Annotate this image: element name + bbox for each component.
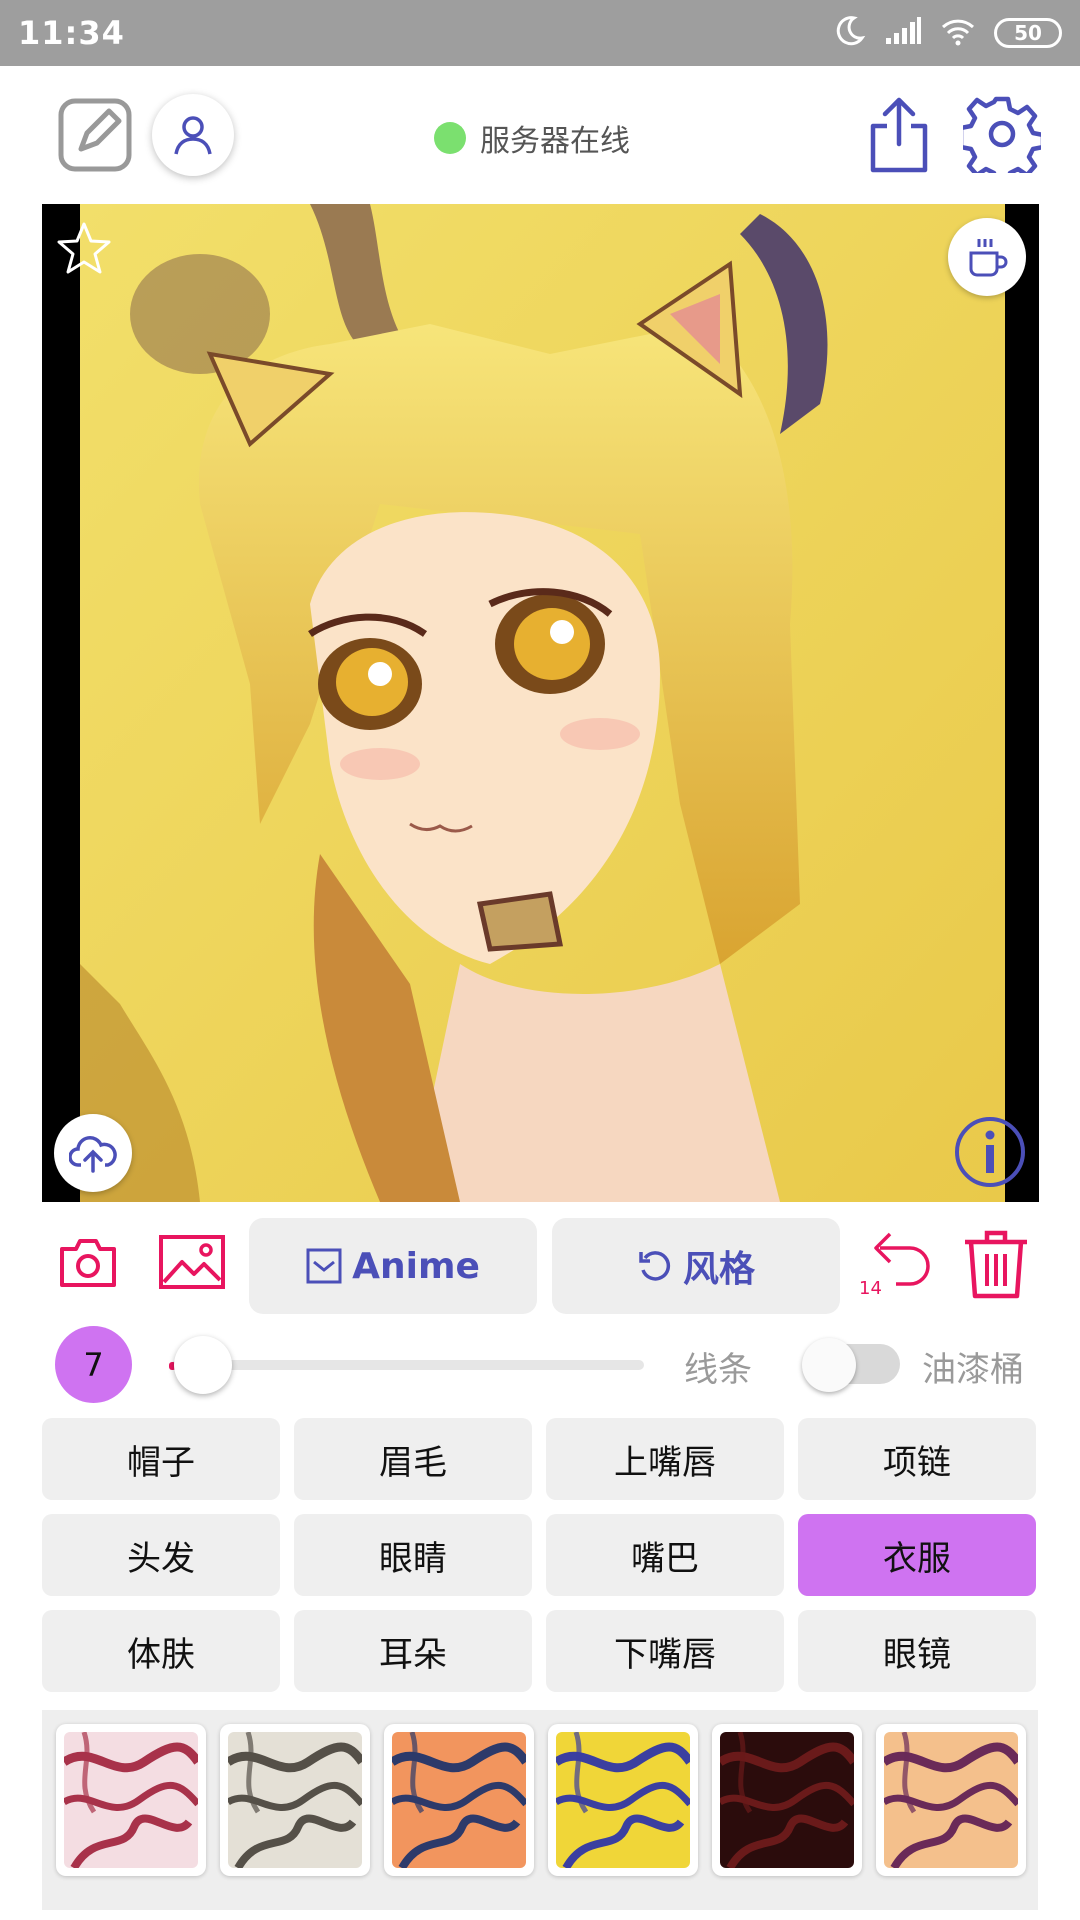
drawing-canvas[interactable] bbox=[42, 204, 1039, 1202]
gear-icon bbox=[963, 96, 1041, 173]
coffee-button[interactable] bbox=[948, 218, 1026, 296]
image-icon bbox=[159, 1235, 225, 1289]
account-button[interactable] bbox=[152, 94, 234, 176]
line-mode-label: 线条 bbox=[684, 1350, 752, 1390]
favorite-button[interactable] bbox=[56, 220, 112, 276]
battery-indicator: 50 bbox=[994, 18, 1062, 48]
status-icons: 50 bbox=[832, 14, 1062, 52]
part-chip[interactable]: 衣服 bbox=[798, 1514, 1036, 1596]
texture-swatch[interactable] bbox=[56, 1724, 206, 1876]
part-chip[interactable]: 嘴巴 bbox=[546, 1514, 784, 1596]
signal-icon bbox=[884, 16, 922, 50]
edit-sketch-button[interactable] bbox=[56, 96, 134, 174]
part-chip[interactable]: 体肤 bbox=[42, 1610, 280, 1692]
info-button[interactable] bbox=[952, 1114, 1028, 1190]
action-row: Anime 风格 14 bbox=[0, 1214, 1080, 1314]
pink-white-texture bbox=[64, 1732, 198, 1868]
brush-slider-thumb[interactable] bbox=[174, 1336, 233, 1394]
status-bar: 11:34 50 bbox=[0, 0, 1080, 66]
style-switch-label: 风格 bbox=[682, 1249, 755, 1290]
star-icon bbox=[57, 222, 111, 274]
camera-icon bbox=[60, 1239, 116, 1287]
texture-swatch[interactable] bbox=[548, 1724, 698, 1876]
brush-row: 7 线条 油漆桶 bbox=[0, 1326, 1080, 1406]
bucket-toggle-knob[interactable] bbox=[802, 1338, 856, 1392]
style-switch-button[interactable]: 风格 bbox=[552, 1218, 840, 1314]
info-icon bbox=[955, 1117, 1025, 1187]
upload-button[interactable] bbox=[54, 1114, 132, 1192]
settings-button[interactable] bbox=[962, 94, 1042, 174]
refresh-icon bbox=[639, 1251, 671, 1281]
top-toolbar: 服务器在线 bbox=[0, 66, 1080, 204]
wifi-icon bbox=[940, 16, 976, 50]
status-dot bbox=[434, 122, 466, 154]
brush-slider-track[interactable] bbox=[172, 1360, 644, 1370]
gray-white-texture bbox=[228, 1732, 362, 1868]
share-icon bbox=[870, 97, 928, 173]
bucket-mode-label: 油漆桶 bbox=[922, 1350, 1024, 1390]
part-chip[interactable]: 上嘴唇 bbox=[546, 1418, 784, 1500]
share-button[interactable] bbox=[866, 96, 932, 176]
texture-swatch-strip bbox=[42, 1710, 1038, 1910]
orange-navy-texture bbox=[392, 1732, 526, 1868]
delete-button[interactable] bbox=[960, 1228, 1032, 1300]
cloud-upload-icon bbox=[69, 1136, 117, 1173]
texture-swatch[interactable] bbox=[712, 1724, 862, 1876]
peach-purple-texture bbox=[884, 1732, 1018, 1868]
gallery-button[interactable] bbox=[158, 1234, 226, 1290]
moon-icon bbox=[832, 14, 866, 52]
user-icon bbox=[174, 116, 212, 155]
generated-anime-image bbox=[80, 204, 1005, 1202]
server-status-text: 服务器在线 bbox=[480, 124, 630, 159]
part-chip[interactable]: 耳朵 bbox=[294, 1610, 532, 1692]
status-time: 11:34 bbox=[18, 14, 125, 52]
brush-size-badge[interactable]: 7 bbox=[55, 1326, 132, 1403]
part-chip[interactable]: 眼睛 bbox=[294, 1514, 532, 1596]
camera-button[interactable] bbox=[58, 1234, 118, 1290]
yellow-blue-texture bbox=[556, 1732, 690, 1868]
undo-count: 14 bbox=[859, 1278, 882, 1299]
part-chip[interactable]: 下嘴唇 bbox=[546, 1610, 784, 1692]
part-chip[interactable]: 眉毛 bbox=[294, 1418, 532, 1500]
texture-swatch[interactable] bbox=[876, 1724, 1026, 1876]
server-status: 服务器在线 bbox=[434, 116, 630, 160]
part-chip[interactable]: 帽子 bbox=[42, 1418, 280, 1500]
edit-pad-icon bbox=[58, 98, 132, 172]
part-chip[interactable]: 眼镜 bbox=[798, 1610, 1036, 1692]
checkbox-icon bbox=[306, 1248, 342, 1284]
part-chip[interactable]: 项链 bbox=[798, 1418, 1036, 1500]
anime-style-button[interactable]: Anime bbox=[249, 1218, 537, 1314]
dark-red-texture bbox=[720, 1732, 854, 1868]
texture-swatch[interactable] bbox=[384, 1724, 534, 1876]
texture-swatch[interactable] bbox=[220, 1724, 370, 1876]
anime-style-label: Anime bbox=[352, 1245, 480, 1287]
trash-icon bbox=[965, 1230, 1027, 1299]
coffee-cup-icon bbox=[969, 239, 1008, 277]
part-chip[interactable]: 头发 bbox=[42, 1514, 280, 1596]
